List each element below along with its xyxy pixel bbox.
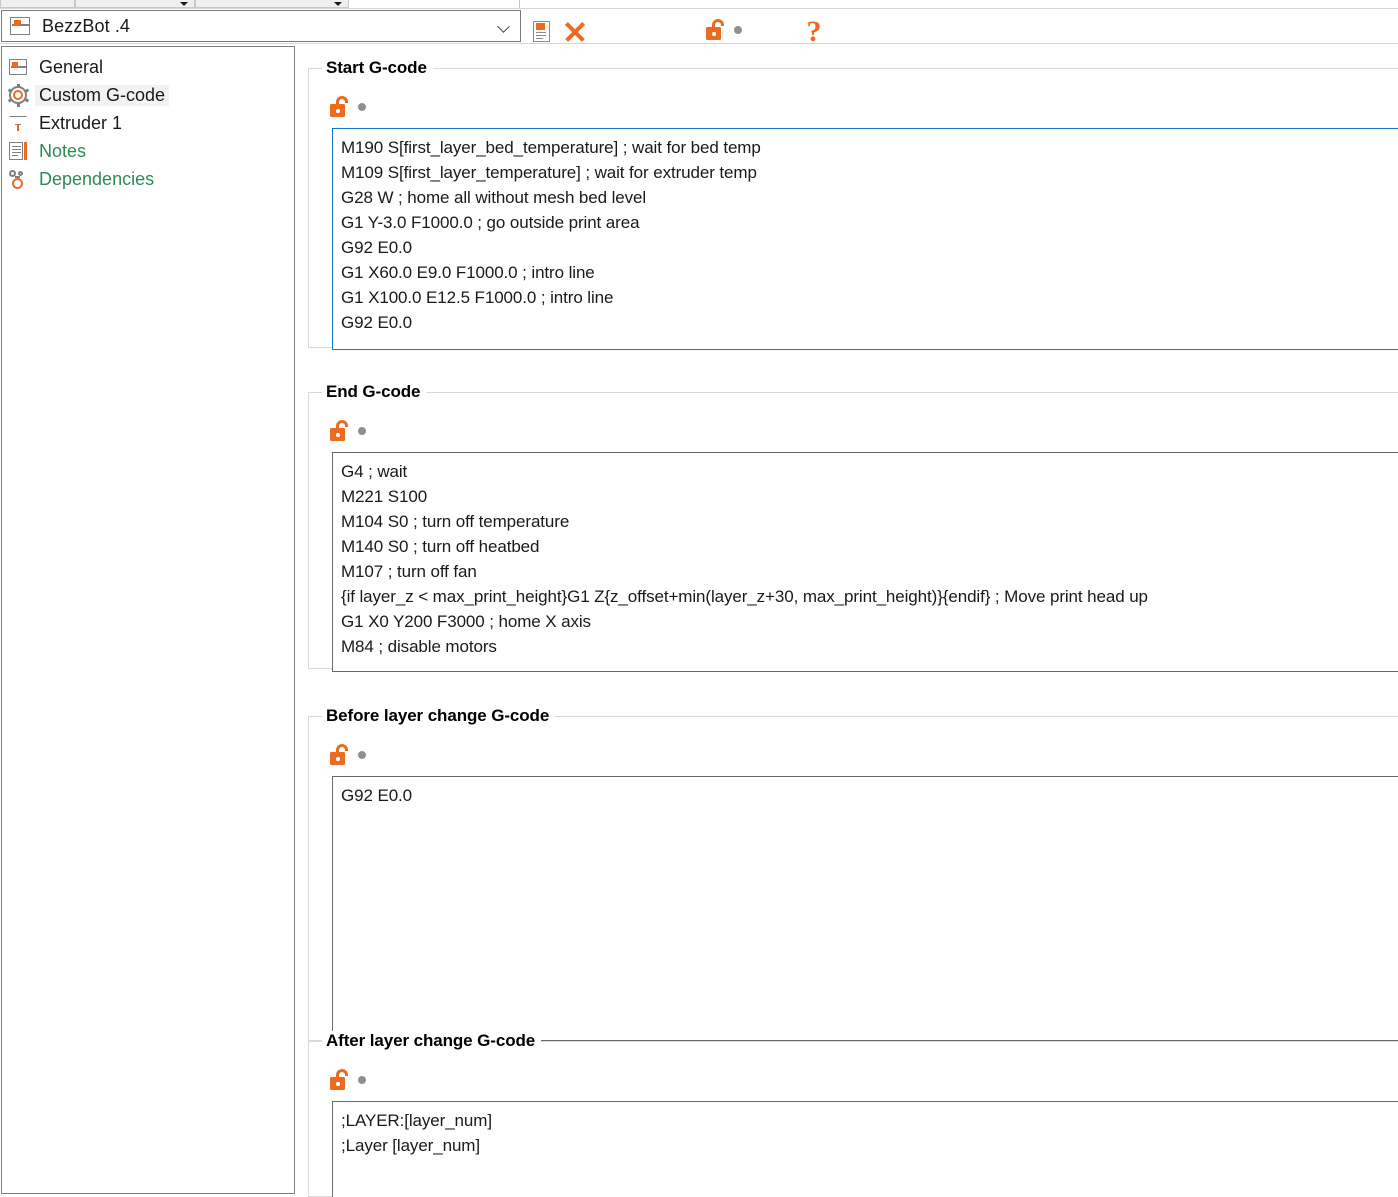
group-end-gcode: End G-code G4 ; wait M221 S100 M104 S0 ;…	[308, 382, 1398, 672]
code-line: G1 X60.0 E9.0 F1000.0 ; intro line	[341, 263, 595, 282]
after-layer-change-textarea[interactable]: ;LAYER:[layer_num] ;Layer [layer_num]	[332, 1101, 1398, 1197]
code-line: G92 E0.0	[341, 313, 413, 332]
sidebar-item-label: Extruder 1	[39, 112, 123, 133]
group-title: After layer change G-code	[322, 1031, 542, 1051]
code-line: M107 ; turn off fan	[341, 562, 477, 581]
group-title: End G-code	[322, 382, 427, 402]
preset-toolbar: BezzBot .4 ?	[0, 9, 1398, 47]
unlock-icon[interactable]	[330, 420, 351, 441]
code-line: G4 ; wait	[341, 462, 408, 481]
header-divider	[0, 43, 1398, 44]
sidebar-item-custom-gcode[interactable]: Custom G-code	[2, 81, 294, 109]
save-preset-button[interactable]	[533, 21, 555, 45]
general-icon	[7, 56, 29, 78]
preset-lock-indicator[interactable]	[706, 19, 742, 40]
code-line: M109 S[first_layer_temperature] ; wait f…	[341, 163, 757, 182]
modified-dot-icon[interactable]	[358, 750, 366, 759]
gear-icon	[7, 83, 29, 107]
modified-dot-icon[interactable]	[734, 25, 742, 34]
unlock-icon[interactable]	[330, 744, 351, 765]
cut-off-toolbar-strip	[0, 0, 1398, 9]
code-line: G1 X100.0 E12.5 F1000.0 ; intro line	[341, 288, 614, 307]
code-line: G92 E0.0	[341, 238, 413, 257]
code-line: G1 X0 Y200 F3000 ; home X axis	[341, 612, 591, 631]
cut-off-combo-3[interactable]	[195, 0, 349, 8]
printer-settings-window: BezzBot .4 ? General Custom G-code Extru…	[0, 0, 1398, 1197]
chevron-down-icon	[180, 2, 188, 6]
end-gcode-textarea[interactable]: G4 ; wait M221 S100 M104 S0 ; turn off t…	[332, 452, 1398, 672]
sidebar-item-extruder-1[interactable]: Extruder 1	[2, 109, 294, 137]
start-gcode-lock-row[interactable]	[330, 96, 366, 117]
cut-off-panel-right	[519, 0, 1398, 8]
group-title: Before layer change G-code	[322, 706, 556, 726]
code-line: {if layer_z < max_print_height}G1 Z{z_of…	[341, 587, 1148, 606]
code-line: M190 S[first_layer_bed_temperature] ; wa…	[341, 138, 761, 157]
group-before-layer-change-gcode: Before layer change G-code G92 E0.0	[308, 706, 1398, 1041]
sidebar-item-label: Dependencies	[39, 168, 155, 189]
extruder-icon	[7, 112, 29, 134]
settings-tree-panel: General Custom G-code Extruder 1 Notes D…	[1, 46, 295, 1194]
unlock-icon[interactable]	[330, 1069, 351, 1090]
sidebar-item-dependencies[interactable]: Dependencies	[2, 165, 294, 193]
end-gcode-lock-row[interactable]	[330, 420, 366, 441]
preset-name-label: BezzBot .4	[42, 15, 131, 36]
code-line: ;LAYER:[layer_num]	[341, 1111, 492, 1130]
before-layer-change-lock-row[interactable]	[330, 744, 366, 765]
notes-icon	[7, 140, 29, 162]
unlock-icon[interactable]	[330, 96, 351, 117]
cut-off-combo-1[interactable]	[0, 0, 75, 8]
sidebar-item-general[interactable]: General	[2, 53, 294, 81]
code-line: M84 ; disable motors	[341, 637, 497, 656]
code-line: G1 Y-3.0 F1000.0 ; go outside print area	[341, 213, 640, 232]
code-line: M140 S0 ; turn off heatbed	[341, 537, 540, 556]
code-line: G28 W ; home all without mesh bed level	[341, 188, 647, 207]
group-after-layer-change-gcode: After layer change G-code ;LAYER:[layer_…	[308, 1031, 1398, 1197]
unlock-icon[interactable]	[706, 19, 727, 40]
custom-gcode-page: Start G-code M190 S[first_layer_bed_temp…	[300, 46, 1398, 1197]
cut-off-combo-2[interactable]	[75, 0, 195, 8]
modified-dot-icon[interactable]	[358, 102, 366, 111]
sidebar-item-label: Custom G-code	[35, 84, 170, 106]
delete-preset-button[interactable]	[562, 19, 588, 45]
group-title: Start G-code	[322, 58, 433, 78]
start-gcode-textarea[interactable]: M190 S[first_layer_bed_temperature] ; wa…	[332, 128, 1398, 350]
chevron-down-icon[interactable]	[499, 22, 510, 29]
chevron-down-icon	[334, 2, 342, 6]
code-line: M104 S0 ; turn off temperature	[341, 512, 570, 531]
sidebar-item-label: General	[39, 56, 104, 77]
code-line: M221 S100	[341, 487, 428, 506]
before-layer-change-textarea[interactable]: G92 E0.0	[332, 776, 1398, 1041]
sidebar-item-notes[interactable]: Notes	[2, 137, 294, 165]
code-line: ;Layer [layer_num]	[341, 1136, 480, 1155]
code-line: G92 E0.0	[341, 786, 413, 805]
modified-dot-icon[interactable]	[358, 1075, 366, 1084]
preset-combo-box[interactable]: BezzBot .4	[1, 10, 521, 42]
dependencies-icon	[7, 168, 29, 190]
printer-preset-icon	[8, 16, 32, 36]
modified-dot-icon[interactable]	[358, 426, 366, 435]
group-start-gcode: Start G-code M190 S[first_layer_bed_temp…	[308, 58, 1398, 350]
after-layer-change-lock-row[interactable]	[330, 1069, 366, 1090]
sidebar-item-label: Notes	[39, 140, 87, 161]
